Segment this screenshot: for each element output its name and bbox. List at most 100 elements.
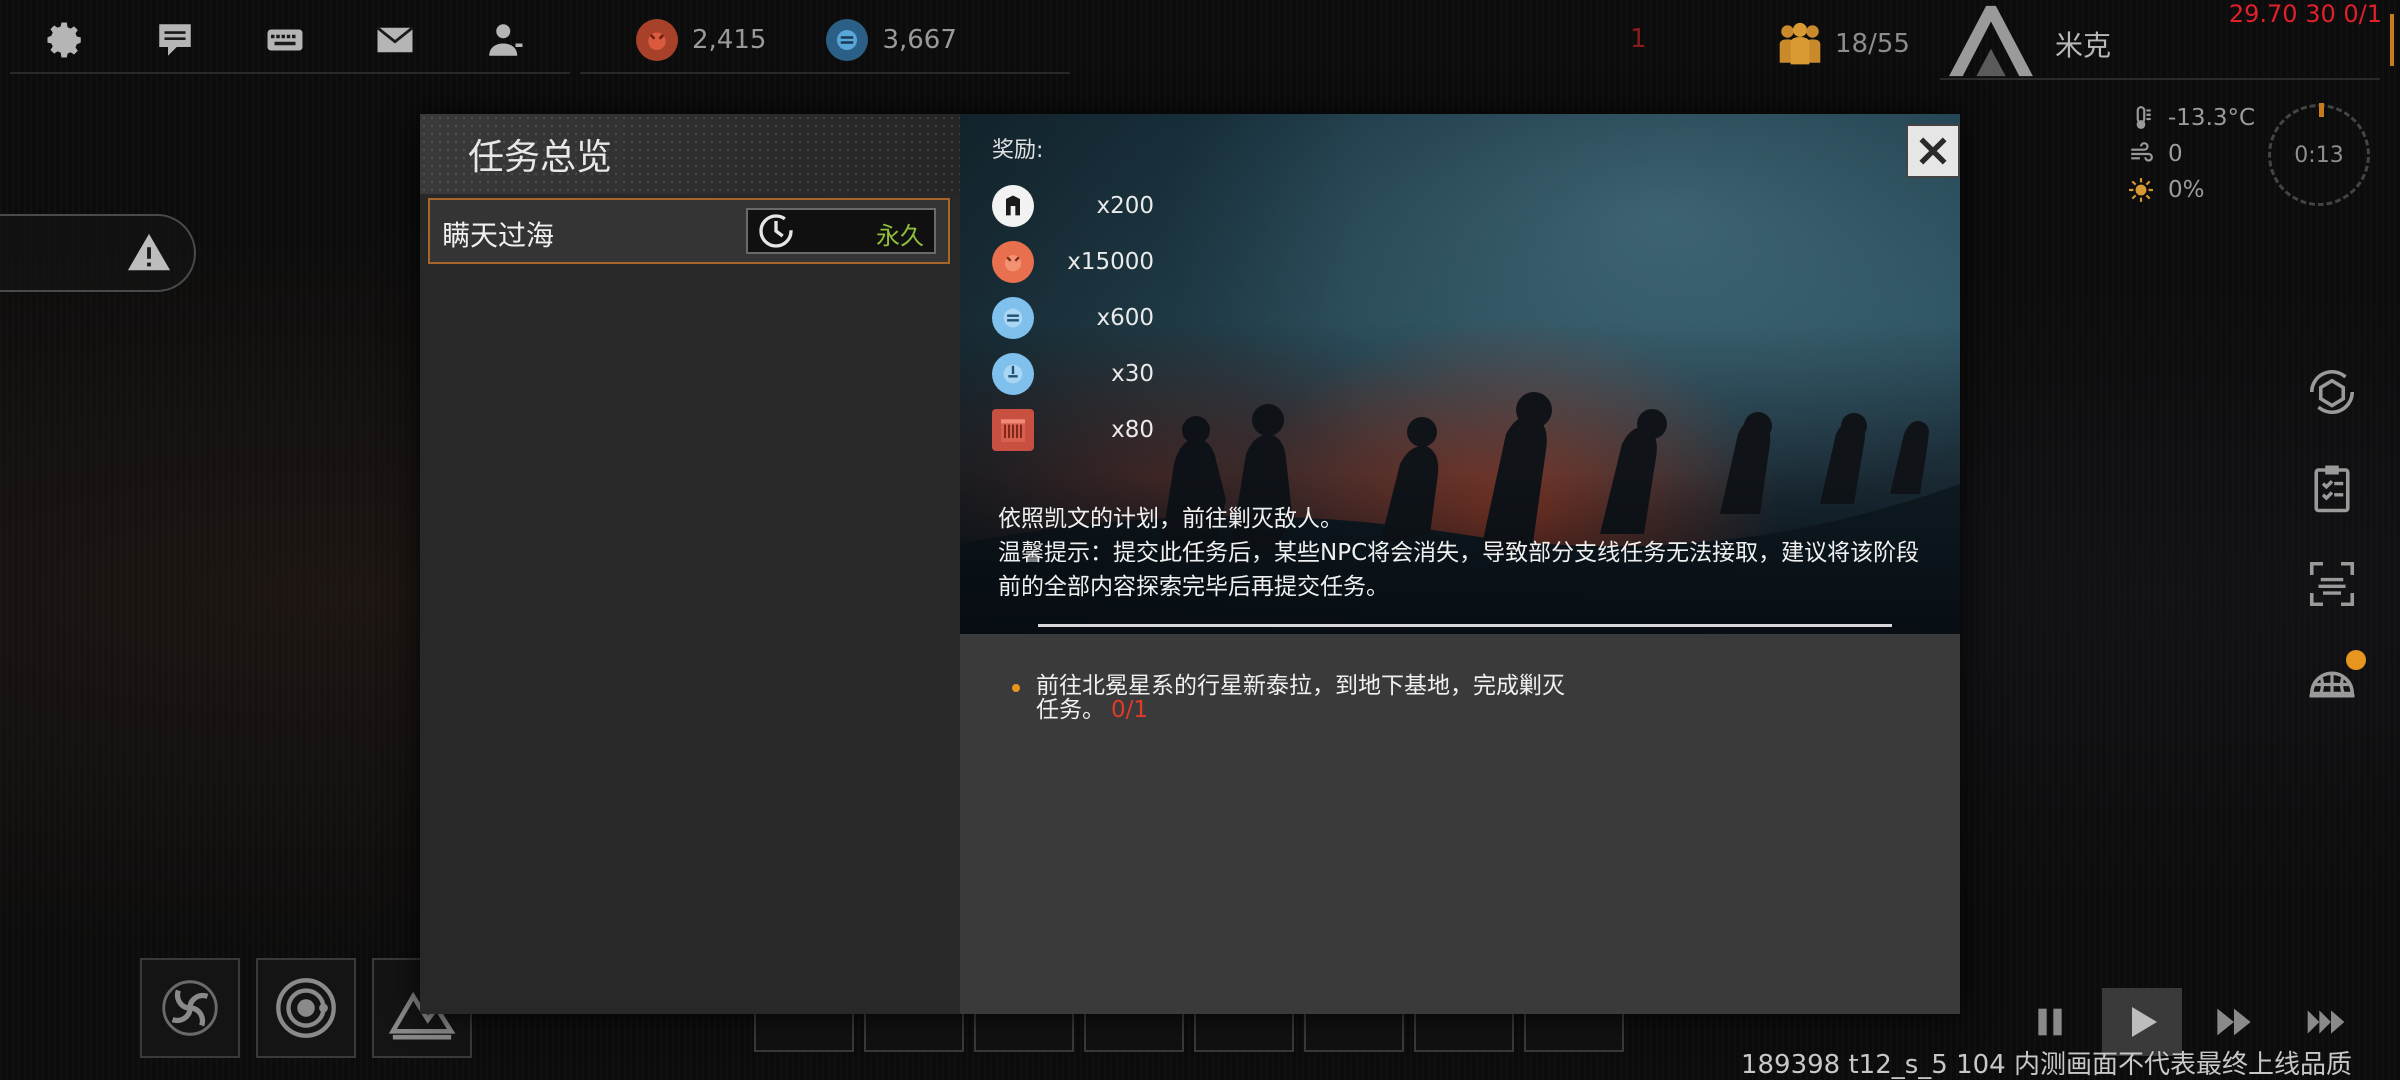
resource-red-value: 2,415 [692,25,767,55]
build-slot[interactable] [1084,1010,1184,1052]
objective-text-wrap: 前往北冕星系的行星新泰拉，到地下基地，完成剿灭任务。 0/1 [1036,674,1576,722]
mail-button[interactable] [340,7,450,73]
sun-row: 0% [2128,172,2255,208]
build-slot[interactable] [1194,1010,1294,1052]
quest-description: 依照凯文的计划，前往剿灭敌人。 温馨提示：提交此任务后，某些NPC将会消失，导致… [998,502,1938,604]
modal-title: 任务总览 [468,137,613,178]
thermometer-icon [2136,106,2151,129]
close-button[interactable] [1906,124,1960,178]
red-crate-icon [992,409,1034,451]
debug-counter: 29.70 30 0/1 [2228,0,2382,28]
objective-item: 前往北冕星系的行星新泰拉，到地下基地，完成剿灭任务。 0/1 [1012,674,1612,722]
objective-area: 前往北冕星系的行星新泰拉，到地下基地，完成剿灭任务。 0/1 [960,634,1960,1014]
clock-value: 0:13 [2294,142,2344,168]
weather-panel: -13.3°C 0 0% [2128,100,2255,208]
quest-artwork: 奖励: x200 x15000 x600 x30 x80 依照凯文的计划，前往剿… [960,114,1960,634]
blue-core-icon [992,353,1034,395]
scan-icon [2309,561,2355,607]
quest-overview-modal: 任务总览 瞒天过海 永久 奖励: x200 x15000 x600 x30 x8… [420,114,1960,1014]
play-icon [2132,1007,2157,1037]
wind-icon [2131,142,2153,162]
chat-button[interactable] [120,7,230,73]
description-tip: 温馨提示：提交此任务后，某些NPC将会消失，导致部分支线任务无法接取，建议将该阶… [998,540,1920,600]
faction-logo-icon [1949,5,2033,77]
top-right-marker [2390,14,2394,66]
triple-forward-icon [2307,1010,2345,1034]
reward-item: x30 [992,346,1154,402]
reward-qty: x30 [1111,361,1154,387]
system-view-button[interactable] [256,958,356,1058]
quest-duration-label: 永久 [876,222,924,250]
clipboard-icon [2314,465,2350,513]
side-toolbar [2300,360,2366,744]
resource-group: 2,415 3,667 [580,8,1070,74]
settings-button[interactable] [10,7,120,73]
reward-list: x200 x15000 x600 x30 x80 [992,178,1154,458]
build-slot[interactable] [1304,1010,1404,1052]
profile-icon [489,24,523,56]
sun-value: 0% [2168,177,2205,203]
population[interactable]: 18/55 [1775,22,1910,66]
rank-icon [992,185,1034,227]
keyboard-icon [267,29,303,51]
profile-button[interactable] [450,7,560,73]
notification-dot [2346,650,2366,670]
description-line: 依照凯文的计划，前往剿灭敌人。 [998,506,1343,532]
quest-name: 瞒天过海 [442,219,555,252]
keyboard-button[interactable] [230,7,340,73]
resource-blue[interactable]: 3,667 [826,19,957,61]
wind-value: 0 [2168,141,2183,167]
build-bar [754,1010,1634,1052]
mail-icon [376,26,414,53]
reward-qty: x80 [1111,417,1154,443]
tasks-button[interactable] [2300,456,2364,520]
quest-duration: 永久 [746,208,936,254]
galaxy-icon [162,980,218,1036]
resource-blue-value: 3,667 [882,25,957,55]
build-info-text: 189398 t12_s_5 104 内测画面不代表最终上线品质 [1740,1050,2352,1080]
gear-icon [47,22,81,58]
scan-button[interactable] [2300,552,2364,616]
top-menu-icons [10,8,570,74]
quest-detail-panel: 奖励: x200 x15000 x600 x30 x80 依照凯文的计划，前往剿… [960,114,1960,1014]
bullet-icon [1012,684,1020,692]
build-slot[interactable] [974,1010,1074,1052]
warning-tab[interactable] [0,214,196,292]
orbit-icon [276,978,336,1038]
top-bar: 2,415 3,667 1 18/55 米克 29.70 30 0/1 [0,0,2400,80]
reward-label: 奖励: [992,138,1044,163]
temperature-row: -13.3°C [2128,100,2255,136]
reward-qty: x600 [1096,305,1154,331]
cube-rotate-icon [2309,369,2355,415]
quest-list-item[interactable]: 瞒天过海 永久 [428,198,950,264]
pause-icon [2038,1008,2062,1036]
red-resource-icon [636,19,678,61]
red-resource-icon [992,241,1034,283]
wind-row: 0 [2128,136,2255,172]
close-icon [1919,137,1947,165]
game-clock[interactable]: 0:13 [2268,103,2370,206]
reward-qty: x200 [1096,193,1154,219]
construct-button[interactable] [2300,360,2364,424]
alert-count: 1 [1630,24,1647,54]
divider [1038,624,1892,627]
warning-icon [127,233,171,271]
resource-red[interactable]: 2,415 [636,19,766,61]
population-value: 18/55 [1835,29,1910,59]
blue-resource-icon [992,297,1034,339]
planet-map-button[interactable] [2300,648,2366,712]
reward-item: x80 [992,402,1154,458]
galaxy-view-button[interactable] [140,958,240,1058]
blue-resource-icon [826,19,869,61]
build-slot[interactable] [1414,1010,1514,1052]
quest-list-panel: 任务总览 瞒天过海 永久 [420,114,960,1014]
build-slot[interactable] [864,1010,964,1052]
reward-item: x200 [992,178,1154,234]
build-slot[interactable] [1524,1010,1624,1052]
reward-item: x15000 [992,234,1154,290]
build-slot[interactable] [754,1010,854,1052]
temperature-value: -13.3°C [2168,105,2256,131]
fast-forward-icon [2217,1008,2251,1036]
people-icon [1779,22,1821,65]
reward-qty: x15000 [1067,249,1154,275]
